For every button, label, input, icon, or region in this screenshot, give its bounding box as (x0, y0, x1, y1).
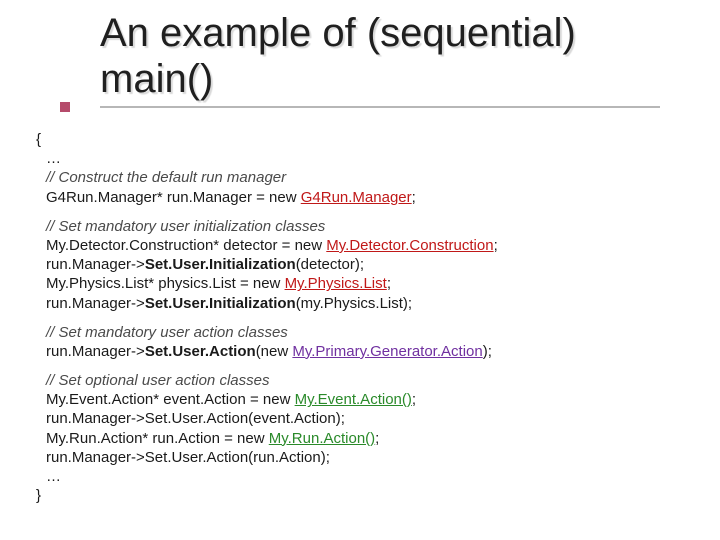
code-text: G4Run.Manager* run.Manager = new (46, 189, 301, 206)
code-text: ); (483, 343, 492, 360)
code-line-8: run.Manager->Set.User.Action(event.Actio… (36, 409, 696, 428)
comment-2: // Set mandatory user initialization cla… (36, 217, 696, 236)
code-line-1: G4Run.Manager* run.Manager = new G4Run.M… (36, 188, 696, 207)
code-text: My.Physics.List* physics.List = new (46, 275, 285, 292)
kw-g4runmanager: G4Run.Manager (301, 189, 412, 206)
code-text: run.Manager-> (46, 295, 145, 312)
code-text: My.Detector.Construction* detector = new (46, 237, 326, 254)
title-block: An example of (sequential) main() (100, 10, 660, 108)
code-text: (new (256, 343, 293, 360)
kw-mydetector: My.Detector.Construction (326, 237, 493, 254)
code-line-6: run.Manager->Set.User.Action(new My.Prim… (36, 342, 696, 361)
code-text: (detector); (296, 256, 364, 273)
code-line-4: My.Physics.List* physics.List = new My.P… (36, 274, 696, 293)
code-body: { … // Construct the default run manager… (36, 130, 696, 505)
code-text: My.Event.Action* event.Action = new (46, 391, 295, 408)
code-text: ; (387, 275, 391, 292)
code-text: ; (494, 237, 498, 254)
code-line-9: My.Run.Action* run.Action = new My.Run.A… (36, 429, 696, 448)
code-text: run.Manager-> (46, 343, 145, 360)
code-text: ; (375, 430, 379, 447)
code-line-3: run.Manager->Set.User.Initialization(det… (36, 255, 696, 274)
code-line-2: My.Detector.Construction* detector = new… (36, 236, 696, 255)
fn-setuserinit-2: Set.User.Initialization (145, 295, 296, 312)
fn-setuseraction: Set.User.Action (145, 343, 256, 360)
title-line-2: main() (100, 57, 213, 101)
code-line-10: run.Manager->Set.User.Action(run.Action)… (36, 448, 696, 467)
kw-myeventaction: My.Event.Action() (295, 391, 412, 408)
ellipsis-bot: … (36, 467, 696, 486)
code-text: (my.Physics.List); (296, 295, 412, 312)
accent-square-icon (60, 102, 70, 112)
close-brace: } (36, 486, 696, 505)
code-text: run.Manager-> (46, 256, 145, 273)
slide-title: An example of (sequential) main() (100, 10, 660, 102)
kw-myprimarygen: My.Primary.Generator.Action (292, 343, 482, 360)
kw-myrunaction: My.Run.Action() (269, 430, 375, 447)
kw-myphysics: My.Physics.List (285, 275, 387, 292)
comment-1: // Construct the default run manager (36, 168, 696, 187)
code-text: ; (412, 189, 416, 206)
code-text: ; (412, 391, 416, 408)
ellipsis-top: … (36, 149, 696, 168)
open-brace: { (36, 130, 696, 149)
slide: An example of (sequential) main() { … //… (0, 0, 720, 540)
title-line-1: An example of (sequential) (100, 11, 576, 55)
comment-3: // Set mandatory user action classes (36, 323, 696, 342)
code-line-5: run.Manager->Set.User.Initialization(my.… (36, 294, 696, 313)
code-line-7: My.Event.Action* event.Action = new My.E… (36, 390, 696, 409)
code-text: My.Run.Action* run.Action = new (46, 430, 269, 447)
fn-setuserinit-1: Set.User.Initialization (145, 256, 296, 273)
comment-4: // Set optional user action classes (36, 371, 696, 390)
